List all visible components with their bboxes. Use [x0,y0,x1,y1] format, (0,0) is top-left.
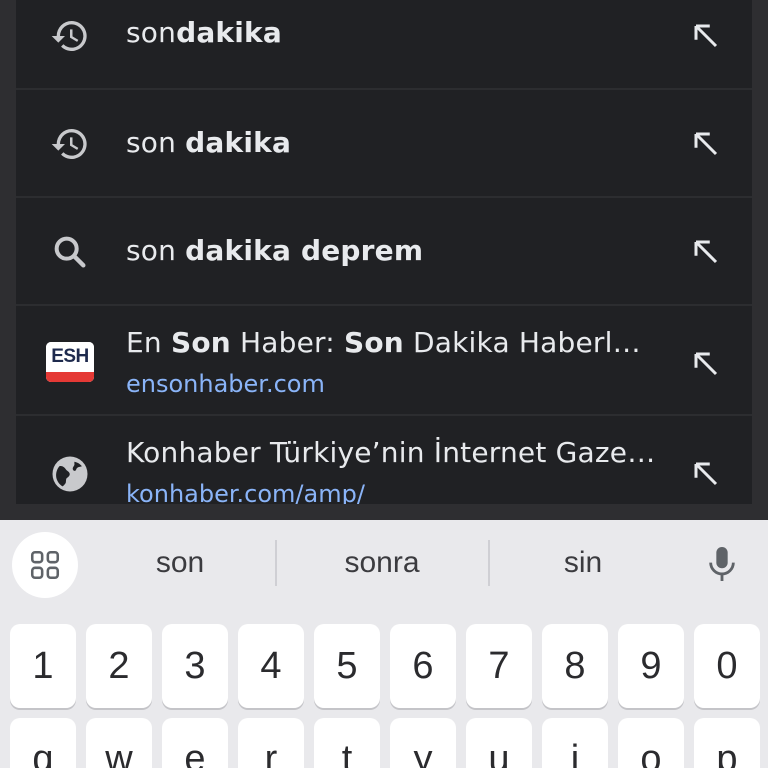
fill-query-arrow-icon[interactable] [688,234,724,270]
key-2[interactable]: 2 [86,624,152,708]
suggestion-text: son dakika [126,126,292,159]
key-5[interactable]: 5 [314,624,380,708]
suggestion-title: Konhaber Türkiye’nin İnternet Gazet... [126,436,656,469]
word-suggestion[interactable]: sin [503,546,663,586]
suggestion-text: sondakika [126,16,282,49]
key-t[interactable]: t [314,718,380,768]
globe-icon [46,450,94,498]
suggestion-row-history[interactable]: sondakika [16,0,752,90]
key-o[interactable]: o [618,718,684,768]
microphone-icon[interactable] [700,542,744,586]
word-suggestion[interactable]: son [100,546,260,586]
key-9[interactable]: 9 [618,624,684,708]
key-r[interactable]: r [238,718,304,768]
on-screen-keyboard: son sonra sin 1 2 3 4 5 6 7 8 9 0 q w e [0,520,768,768]
key-w[interactable]: w [86,718,152,768]
key-p[interactable]: p [694,718,760,768]
suggestion-title: En Son Haber: Son Dakika Haberler,... [126,326,656,359]
word-suggestion[interactable]: sonra [292,546,472,586]
suggestion-divider [275,540,277,586]
key-3[interactable]: 3 [162,624,228,708]
key-u[interactable]: u [466,718,532,768]
key-6[interactable]: 6 [390,624,456,708]
keyboard-suggestion-strip: son sonra sin [0,520,768,610]
history-icon [46,120,94,168]
suggestion-url: konhaber.com/amp/ [126,480,365,504]
fill-query-arrow-icon[interactable] [688,346,724,382]
history-icon [46,12,94,60]
key-q[interactable]: q [10,718,76,768]
grid-icon [30,550,60,580]
key-4[interactable]: 4 [238,624,304,708]
keyboard-apps-button[interactable] [12,532,78,598]
search-icon [46,228,94,276]
screen: sondakika son dakika son dakika deprem E… [0,0,768,768]
key-8[interactable]: 8 [542,624,608,708]
key-i[interactable]: i [542,718,608,768]
fill-query-arrow-icon[interactable] [688,126,724,162]
esh-favicon-icon: ESH [46,338,94,386]
omnibox-suggestions-panel: sondakika son dakika son dakika deprem E… [16,0,752,504]
suggestion-url: ensonhaber.com [126,370,325,398]
key-7[interactable]: 7 [466,624,532,708]
suggestion-row-site[interactable]: ESH En Son Haber: Son Dakika Haberler,..… [16,308,752,416]
suggestion-divider [488,540,490,586]
key-e[interactable]: e [162,718,228,768]
suggestion-row-history[interactable]: son dakika [16,90,752,198]
suggestion-row-site[interactable]: Konhaber Türkiye’nin İnternet Gazet... k… [16,418,752,504]
fill-query-arrow-icon[interactable] [688,18,724,54]
fill-query-arrow-icon[interactable] [688,456,724,492]
suggestion-row-search[interactable]: son dakika deprem [16,198,752,306]
key-0[interactable]: 0 [694,624,760,708]
key-y[interactable]: y [390,718,456,768]
suggestion-text: son dakika deprem [126,234,424,267]
key-1[interactable]: 1 [10,624,76,708]
